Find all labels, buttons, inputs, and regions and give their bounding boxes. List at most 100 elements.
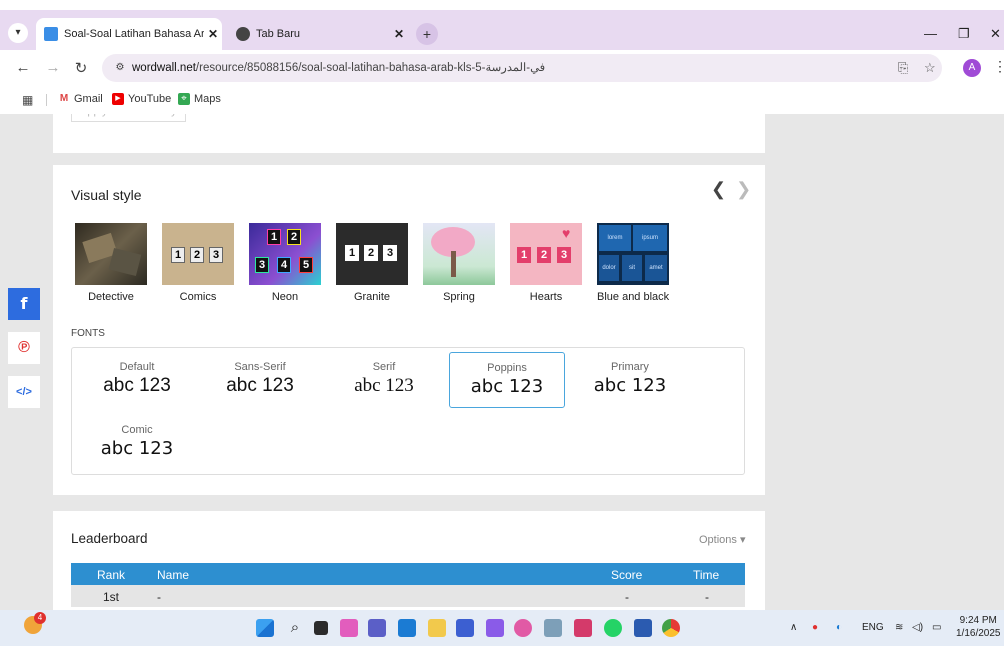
font-name: Comic (121, 424, 153, 436)
start-icon[interactable] (256, 619, 274, 637)
fonts-heading: FONTS (71, 328, 105, 339)
prev-theme-icon[interactable]: ❮ (711, 179, 726, 199)
number-tile: 5 (299, 257, 313, 273)
comics-thumbnail: 1 2 3 (162, 223, 234, 285)
visual-style-card: Visual style ❮ ❯ Detective 1 2 3 Comics … (53, 165, 765, 495)
tray-chevron-icon[interactable]: ∧ (790, 622, 797, 633)
back-icon[interactable]: ← (14, 59, 32, 76)
column-score: Score (611, 568, 643, 582)
font-name: Default (119, 361, 155, 373)
menu-kebab-icon[interactable]: ⋮ (993, 58, 1004, 75)
site-info-icon[interactable]: ⚙ (112, 60, 128, 76)
tray-app-icon[interactable]: ● (812, 622, 818, 633)
windows-taskbar: 4 ⌕ ∧ ● ◐ ENG ≋ ◁) ▭ 9:24 PM 1/16/2025 (0, 610, 1004, 646)
next-theme-icon[interactable]: ❯ (736, 179, 751, 199)
new-tab-button[interactable]: + (416, 23, 438, 45)
more-button[interactable]: More ▾ (197, 114, 247, 122)
bookmark-gmail[interactable]: M Gmail (58, 93, 103, 105)
bookmark-label: Maps (194, 93, 221, 105)
wordwall-favicon-icon (44, 27, 58, 41)
close-window-icon[interactable]: ✕ (990, 26, 1001, 42)
reload-icon[interactable]: ↻ (72, 59, 90, 77)
options-card: Apply to this activity More ▾ (53, 114, 765, 153)
close-tab-icon[interactable]: ✕ (390, 27, 408, 41)
font-sample: abc 123 (103, 375, 171, 396)
language-indicator[interactable]: ENG (862, 622, 884, 633)
teams-icon[interactable] (368, 619, 386, 637)
restore-icon[interactable]: ❐ (958, 26, 970, 42)
column-name: Name (157, 568, 190, 582)
battery-icon[interactable]: ▭ (932, 622, 941, 633)
leaderboard-options-button[interactable]: Options ▾ (699, 533, 746, 546)
font-option-primary[interactable]: Primary abc 123 (572, 352, 688, 408)
theme-label: Detective (88, 291, 134, 303)
bookmark-youtube[interactable]: ▶ YouTube (112, 93, 171, 105)
font-option-serif[interactable]: Serif abc 123 (326, 352, 442, 408)
tray-app-icon[interactable]: ◐ (836, 622, 842, 633)
forward-icon[interactable]: → (44, 59, 62, 76)
bookmark-star-icon[interactable]: ☆ (924, 60, 936, 76)
wifi-icon[interactable]: ≋ (895, 622, 903, 633)
tab-title: Soal-Soal Latihan Bahasa Arab (64, 28, 204, 40)
font-option-sans-serif[interactable]: Sans-Serif abc 123 (202, 352, 318, 408)
embed-icon[interactable]: </> (8, 376, 40, 408)
store-icon[interactable] (398, 619, 416, 637)
task-view-icon[interactable] (314, 621, 328, 635)
close-tab-icon[interactable]: ✕ (204, 27, 222, 41)
gmail-icon: M (59, 93, 69, 104)
word-icon[interactable] (634, 619, 652, 637)
apps-grid-icon[interactable]: ▦ (22, 93, 33, 107)
theme-detective[interactable]: Detective (75, 223, 147, 303)
profile-avatar[interactable]: A (963, 59, 981, 77)
number-tile: 3 (255, 257, 269, 273)
tab-search-button[interactable]: ▾ (8, 23, 28, 43)
volume-icon[interactable]: ◁) (912, 622, 923, 633)
bookmark-maps[interactable]: ⌖ Maps (178, 93, 221, 105)
bookmark-label: Gmail (74, 93, 103, 105)
clock[interactable]: 9:24 PM 1/16/2025 (956, 614, 1001, 640)
leaderboard-card: Leaderboard Options ▾ Rank Name Score Ti… (53, 511, 765, 610)
search-icon[interactable]: ⌕ (286, 619, 304, 637)
url-text: wordwall.net/resource/85088156/soal-soal… (132, 60, 545, 74)
detective-thumbnail (75, 223, 147, 285)
clock-time: 9:24 PM (959, 615, 997, 626)
weather-icon[interactable]: 4 (24, 612, 46, 634)
divider (46, 94, 47, 106)
theme-label: Neon (271, 291, 299, 303)
app-icon[interactable] (456, 619, 474, 637)
word-tile: sit (622, 255, 642, 281)
app-icon[interactable] (544, 619, 562, 637)
app-icon[interactable] (514, 619, 532, 637)
app-icon[interactable] (574, 619, 592, 637)
translate-icon[interactable]: ⎘ (898, 60, 908, 76)
chrome-icon[interactable] (662, 619, 680, 637)
tab-wordwall[interactable]: Soal-Soal Latihan Bahasa Arab ✕ (36, 18, 222, 50)
theme-spring[interactable]: Spring (423, 223, 495, 303)
leaderboard-title: Leaderboard (71, 531, 148, 546)
theme-pager: ❮ ❯ (711, 179, 761, 200)
clock-date: 1/16/2025 (956, 628, 1001, 639)
copilot-icon[interactable] (340, 619, 358, 637)
font-sample: abc 123 (470, 376, 544, 397)
tab-new-tab[interactable]: Tab Baru ✕ (228, 18, 408, 50)
facebook-icon[interactable]: f (8, 288, 40, 320)
theme-hearts[interactable]: ♥ 1 2 3 Hearts (510, 223, 582, 303)
file-explorer-icon[interactable] (428, 619, 446, 637)
pinterest-icon[interactable]: ℗ (8, 332, 40, 364)
font-option-default[interactable]: Default abc 123 (79, 352, 195, 408)
font-name: Serif (372, 361, 396, 373)
theme-granite[interactable]: 1 2 3 Granite (336, 223, 408, 303)
theme-blue-and-black[interactable]: lorem ipsum dolor sit amet Blue and blac… (597, 223, 669, 303)
font-option-comic[interactable]: Comic abc 123 (79, 415, 195, 471)
font-option-poppins[interactable]: Poppins abc 123 (449, 352, 565, 408)
font-sample: abc 123 (226, 375, 294, 396)
app-icon[interactable] (486, 619, 504, 637)
address-bar[interactable]: ⚙ wordwall.net/resource/85088156/soal-so… (102, 54, 942, 82)
theme-comics[interactable]: 1 2 3 Comics (162, 223, 234, 303)
minimize-icon[interactable]: — (924, 26, 937, 41)
apply-button[interactable]: Apply to this activity (71, 114, 186, 122)
whatsapp-icon[interactable] (604, 619, 622, 637)
heart-icon: ♥ (562, 225, 571, 241)
theme-neon[interactable]: 1 2 3 4 5 Neon (249, 223, 321, 303)
fonts-picker: Default abc 123 Sans-Serif abc 123 Serif… (71, 347, 745, 475)
